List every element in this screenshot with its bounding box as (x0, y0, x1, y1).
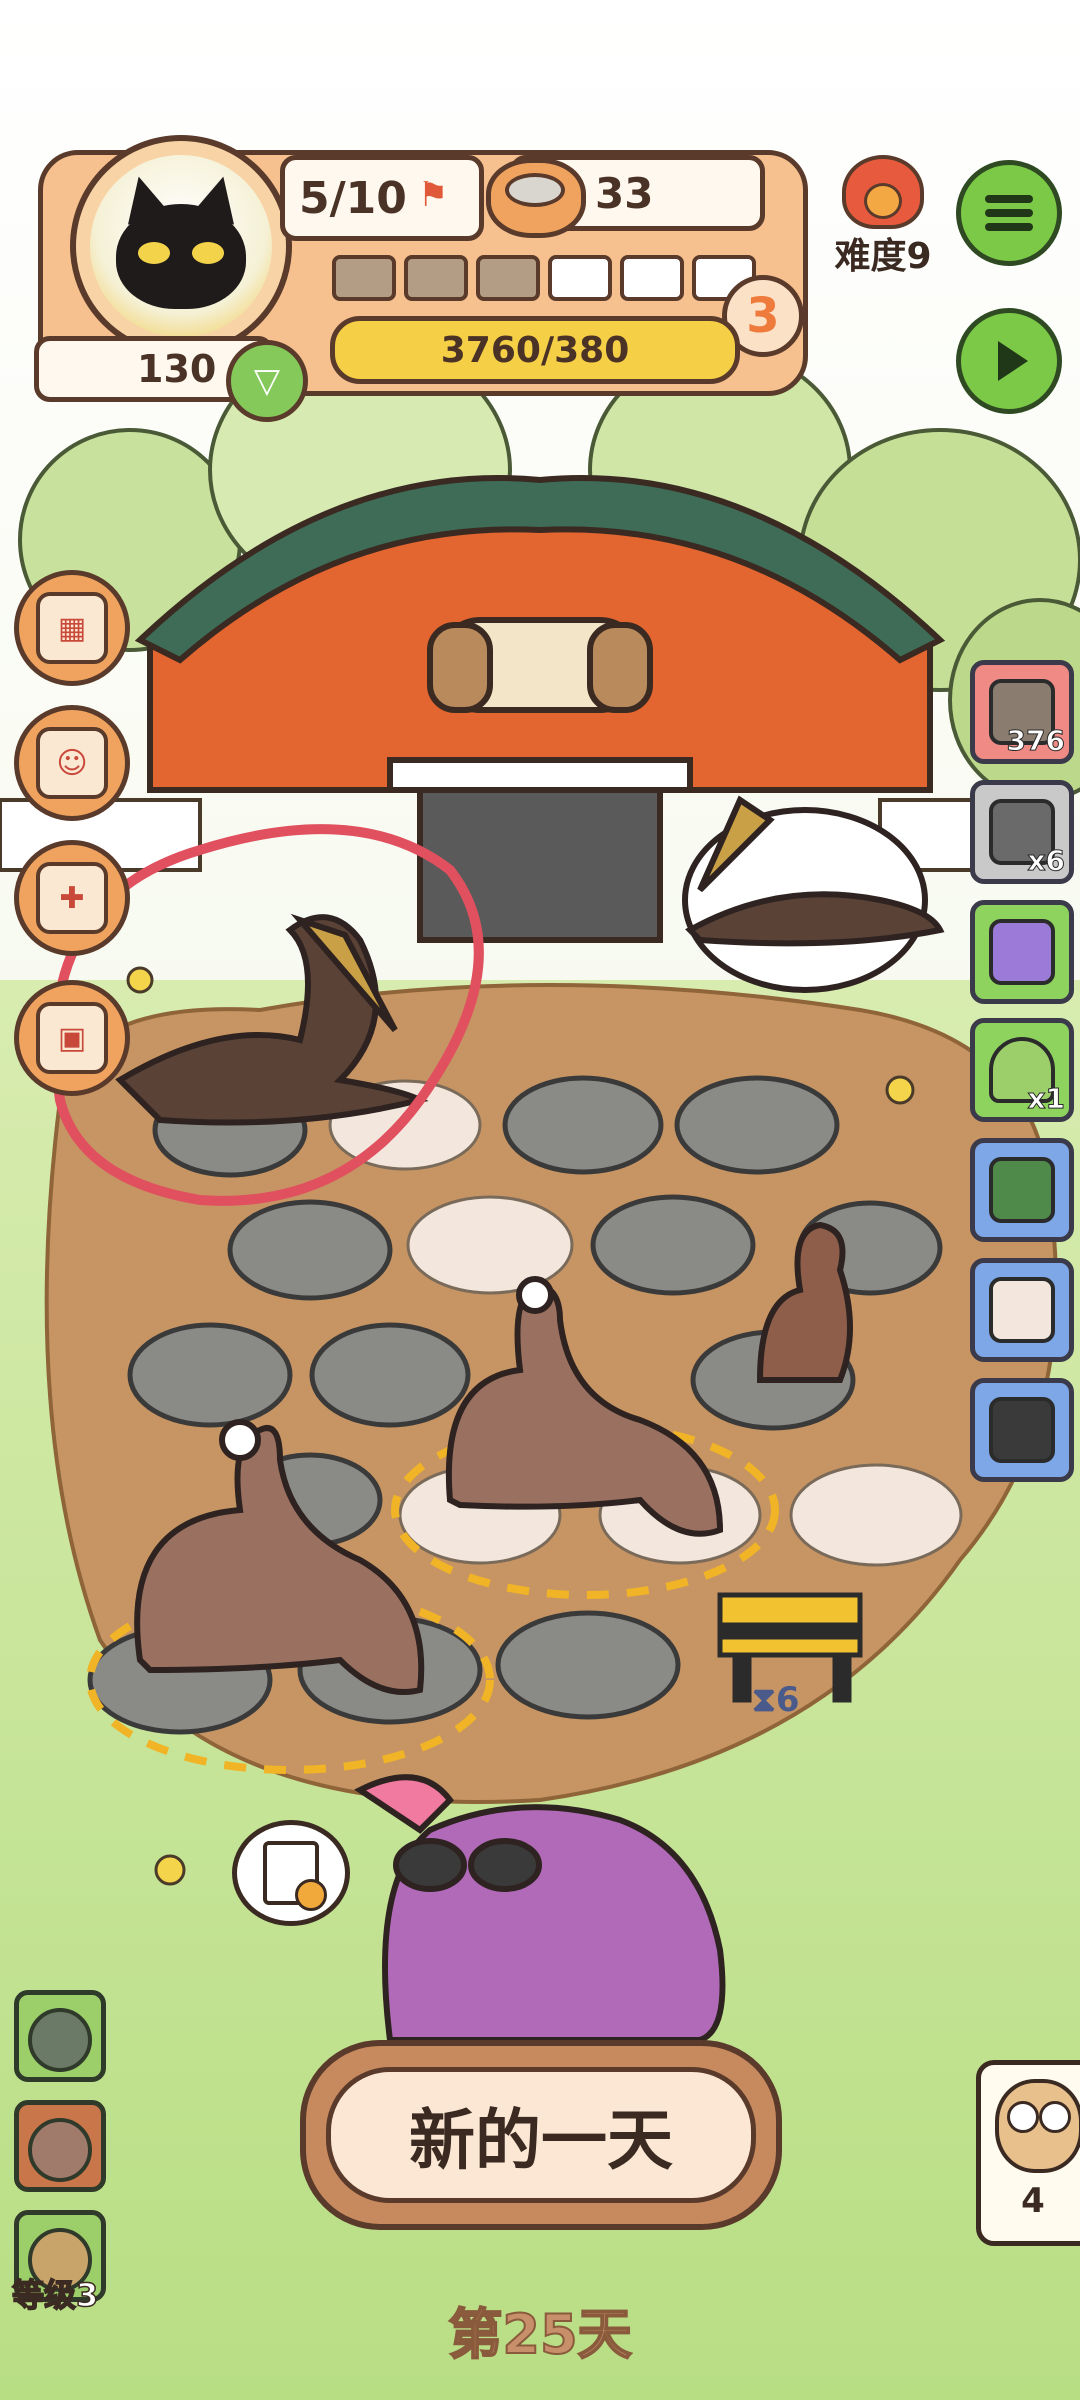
food-value: 33 (595, 168, 654, 218)
cat-tree-icon: ▦ (36, 592, 108, 664)
medical-kit-icon: ✚ (36, 862, 108, 934)
collection-button-1[interactable] (14, 1990, 106, 2082)
item-fossil-stones[interactable]: 376 (970, 660, 1074, 764)
new-day-button[interactable]: 新的一天 (300, 2040, 782, 2230)
progress-segment (404, 255, 468, 301)
certificate-bubble[interactable] (232, 1820, 350, 1926)
progress-segment (620, 255, 684, 301)
flower-icon (842, 155, 924, 229)
item-crate[interactable] (970, 1258, 1074, 1362)
food-bowl-icon (486, 158, 586, 238)
play-button[interactable] (956, 308, 1062, 414)
player-level-label: 等级3 (11, 2275, 99, 2315)
day-counter: 第25天 (447, 2302, 632, 2367)
progress-segment (548, 255, 612, 301)
shop-icon: ☺ (36, 727, 108, 799)
menu-icon (985, 189, 1033, 237)
creature-silhouette-icon (28, 2008, 92, 2072)
box-icon: ▣ (36, 1002, 108, 1074)
crate-icon (989, 1277, 1055, 1343)
black-cat-icon (90, 155, 272, 337)
owl-helper-card[interactable]: 4 (976, 2060, 1080, 2246)
experience-bar: 3760/380 (330, 316, 740, 384)
box-tool-button[interactable]: ▣ (14, 980, 130, 1096)
heart-button[interactable]: ▽ (226, 340, 308, 422)
shop-tool-button[interactable]: ☺ (14, 705, 130, 821)
item-camera[interactable] (970, 1378, 1074, 1482)
item-count: 376 (1006, 724, 1065, 758)
construction-timer[interactable]: ⧗6 (752, 1680, 800, 1720)
player-avatar[interactable] (70, 135, 292, 357)
item-count: x1 (1027, 1082, 1066, 1116)
population-counter: 5/10 (280, 155, 484, 241)
certificate-icon (263, 1841, 327, 1911)
camera-icon (989, 1397, 1055, 1463)
day-progress-segments (332, 255, 756, 301)
sack-icon (989, 1157, 1055, 1223)
item-card[interactable] (970, 900, 1074, 1004)
collection-button-2[interactable] (14, 2100, 106, 2192)
item-sack[interactable] (970, 1138, 1074, 1242)
heart-icon: ▽ (253, 361, 281, 401)
menu-button[interactable] (956, 160, 1062, 266)
item-count: x6 (1027, 844, 1066, 878)
progress-segment (476, 255, 540, 301)
play-icon (998, 341, 1028, 381)
creature-silhouette-icon (28, 2118, 92, 2182)
hourglass-icon: ⧗ (752, 1680, 776, 1720)
difficulty-label: 难度9 (834, 236, 932, 277)
experience-value: 3760/380 (440, 329, 630, 371)
credit-card-icon (989, 919, 1055, 985)
new-day-label: 新的一天 (326, 2067, 756, 2203)
medical-tool-button[interactable]: ✚ (14, 840, 130, 956)
flag-icon: ⚑ (418, 175, 449, 215)
cat-tree-tool-button[interactable]: ▦ (14, 570, 130, 686)
item-tent[interactable]: x1 (970, 1018, 1074, 1122)
coin-value: 130 (137, 347, 217, 391)
timer-value: 6 (775, 1680, 800, 1720)
owl-count: 4 (1021, 2181, 1045, 2221)
population-value: 5/10 (299, 172, 407, 224)
item-compass-bag[interactable]: x6 (970, 780, 1074, 884)
progress-segment (332, 255, 396, 301)
difficulty-indicator[interactable]: 难度9 (808, 155, 958, 279)
owl-icon (995, 2079, 1080, 2173)
